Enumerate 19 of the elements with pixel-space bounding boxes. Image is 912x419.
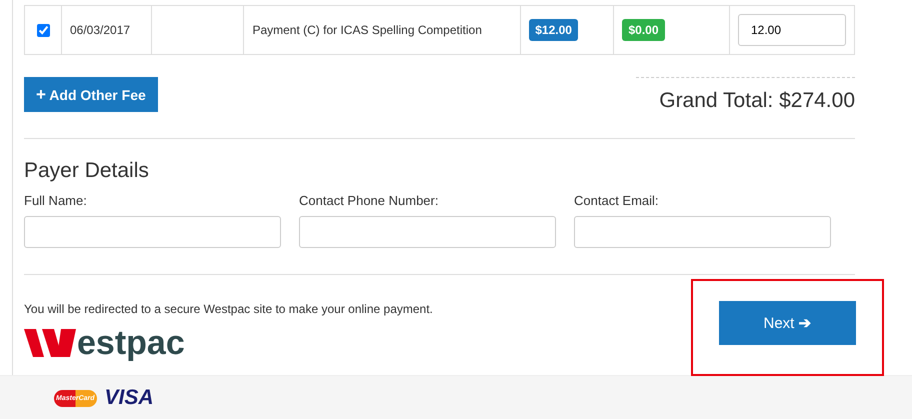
field-label: Contact Email:: [574, 193, 660, 208]
w-logo-icon: [24, 328, 76, 358]
input-field[interactable]: [299, 216, 556, 248]
next-button[interactable]: Next ➔: [719, 301, 856, 345]
row-checkbox[interactable]: [37, 24, 50, 36]
field-label: Full Name:: [24, 193, 88, 208]
amount-badge: $12.00: [529, 19, 578, 41]
grand-total: Grand Total: $274.00: [659, 89, 855, 112]
visa-logo: VISA: [104, 386, 154, 410]
date-text: 06/03/2017: [70, 23, 130, 37]
description-text: Payment (C) for ICAS Spelling Competition: [252, 23, 482, 37]
field-label: Contact Phone Number:: [299, 193, 440, 208]
section-heading: Payer Details: [24, 159, 150, 183]
paid-badge: $0.00: [622, 19, 665, 41]
input-field[interactable]: [574, 216, 831, 248]
redirect-notice: You will be redirected to a secure Westpac site to make your online payment.: [24, 302, 433, 316]
amount-input[interactable]: 12.00: [738, 14, 846, 46]
input-field[interactable]: [24, 216, 281, 248]
add-fee-button[interactable]: + Add Other Fee: [24, 77, 158, 112]
